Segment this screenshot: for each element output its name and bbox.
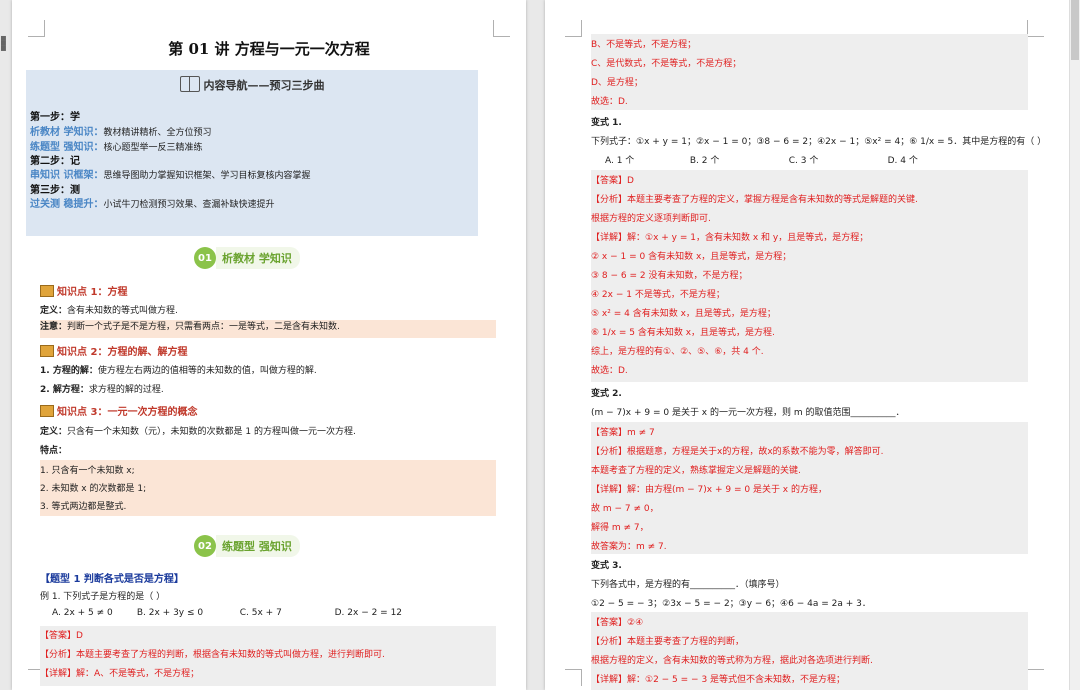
variant-question: (m − 7)x + 9 = 0 是关于 x 的一元一次方程，则 m 的取值范围… — [591, 408, 905, 418]
detail-line: 【详解】解：A、不是等式，不是方程； — [40, 669, 200, 679]
drag-handle-icon[interactable]: ▪ ▪ ▪ — [0, 34, 7, 54]
variant-question: 下列各式中，是方程的有__________．（填序号） — [591, 580, 785, 590]
feature-item: 3. 等式两边都是整式. — [40, 502, 127, 512]
section-badge: 02 练题型 强知识 — [194, 535, 300, 557]
option-c: C. 5x + 7 — [239, 608, 282, 618]
example-options: A. 2x + 5 ≠ 0 B. 2x + 3y ≤ 0 C. 5x + 7 D… — [52, 608, 496, 618]
note-line: 注意：判断一个式子是不是方程，只需看两点：一是等式，二是含有未知数. — [40, 320, 496, 338]
step-item: 练题型 强知识：核心题型举一反三精准练 — [30, 142, 203, 153]
feature-item: 1. 只含有一个未知数 x; — [40, 466, 135, 476]
section-badge: 01 析教材 学知识 — [194, 247, 300, 269]
knowledge-point-heading: 知识点 2：方程的解、解方程 — [40, 343, 187, 358]
topic-heading: 【题型 1 判断各式是否是方程】 — [40, 574, 184, 585]
content-navigation-box: 内容导航——预习三步曲 第一步：学 析教材 学知识：教材精讲精析、全方位预习 练… — [26, 70, 478, 236]
answer-block: 【答案】D 【分析】本题主要考查了方程的判断，根据含有未知数的等式叫做方程，进行… — [40, 626, 496, 686]
step-title: 第一步：学 — [30, 112, 80, 123]
margin-corner-mark — [1027, 669, 1044, 686]
section-label: 析教材 学知识 — [216, 247, 300, 269]
step-item: 析教材 学知识：教材精讲精析、全方位预习 — [30, 127, 212, 138]
document-page-right: B、不是等式，不是方程； C、是代数式，不是等式，不是方程； D、是方程； 故选… — [545, 0, 1070, 690]
step-title: 第二步：记 — [30, 156, 80, 167]
answer-line: 【答案】D — [40, 631, 83, 641]
document-page-left: 第 01 讲 方程与一元一次方程 内容导航——预习三步曲 第一步：学 析教材 学… — [12, 0, 526, 690]
example-question: 例 1. 下列式子是方程的是（ ） — [40, 592, 166, 602]
vertical-scrollbar[interactable] — [1069, 0, 1080, 690]
margin-corner-mark — [28, 20, 45, 37]
variant-options: A. 1 个 B. 2 个 C. 3 个 D. 4 个 — [605, 156, 918, 166]
section-number: 01 — [194, 247, 216, 269]
margin-corner-mark — [1027, 20, 1044, 37]
note-icon — [40, 404, 54, 417]
variant-title: 变式 1. — [591, 118, 622, 128]
option-d: D. 2x − 2 = 12 — [334, 608, 403, 618]
knowledge-point-heading: 知识点 3：一元一次方程的概念 — [40, 403, 197, 418]
nav-header: 内容导航——预习三步曲 — [26, 76, 478, 93]
book-icon — [179, 76, 200, 92]
feature-box: 1. 只含有一个未知数 x; 2. 未知数 x 的次数都是 1; 3. 等式两边… — [40, 460, 496, 516]
variant-title: 变式 3. — [591, 561, 622, 571]
section-label: 练题型 强知识 — [216, 535, 300, 557]
note-icon — [40, 284, 54, 297]
step-item: 串知识 识框架：思维导图助力掌握知识框架、学习目标复核内容掌握 — [30, 170, 311, 181]
answer-block: 【答案】②④ 【分析】本题主要考查了方程的判断， 根据方程的定义，含有未知数的等… — [591, 612, 1028, 690]
variant-question: 下列式子：①x + y = 1；②x − 1 = 0；③8 − 6 = 2；④2… — [591, 137, 1047, 147]
solution-definition: 1. 方程的解：使方程左右两边的值相等的未知数的值，叫做方程的解. — [40, 366, 317, 376]
margin-corner-mark — [565, 20, 582, 37]
answer-block: 【答案】D 【分析】本题主要考查了方程的定义，掌握方程是含有未知数的等式是解题的… — [591, 170, 1028, 382]
margin-corner-mark — [565, 669, 582, 686]
variant-items: ①2 − 5 = − 3；②3x − 5 = − 2；③y − 6；④6 − 4… — [591, 599, 871, 609]
note-icon — [40, 344, 54, 357]
answer-continuation: B、不是等式，不是方程； C、是代数式，不是等式，不是方程； D、是方程； 故选… — [591, 34, 1028, 110]
analysis-line: 【分析】本题主要考查了方程的判断，根据含有未知数的等式叫做方程，进行判断即可. — [40, 650, 385, 660]
section-number: 02 — [194, 535, 216, 557]
margin-corner-mark — [493, 20, 510, 37]
definition-line: 定义：只含有一个未知数（元），未知数的次数都是 1 的方程叫做一元一次方程. — [40, 427, 356, 437]
scroll-thumb[interactable] — [1071, 0, 1079, 60]
variant-title: 变式 2. — [591, 389, 622, 399]
page-title: 第 01 讲 方程与一元一次方程 — [168, 40, 370, 58]
knowledge-point-heading: 知识点 1：方程 — [40, 283, 127, 298]
step-item: 过关测 稳提升：小试牛刀检测预习效果、查漏补缺快速提升 — [30, 199, 275, 210]
option-b: B. 2x + 3y ≤ 0 — [136, 608, 204, 618]
definition-line: 定义：含有未知数的等式叫做方程. — [40, 306, 178, 316]
step-title: 第三步：测 — [30, 185, 80, 196]
solving-definition: 2. 解方程：求方程的解的过程. — [40, 385, 164, 395]
feature-label: 特点： — [40, 446, 68, 456]
option-a: A. 2x + 5 ≠ 0 — [52, 608, 113, 618]
answer-block: 【答案】m ≠ 7 【分析】根据题意，方程是关于x的方程，故x的系数不能为零，解… — [591, 422, 1028, 554]
feature-item: 2. 未知数 x 的次数都是 1; — [40, 484, 147, 494]
